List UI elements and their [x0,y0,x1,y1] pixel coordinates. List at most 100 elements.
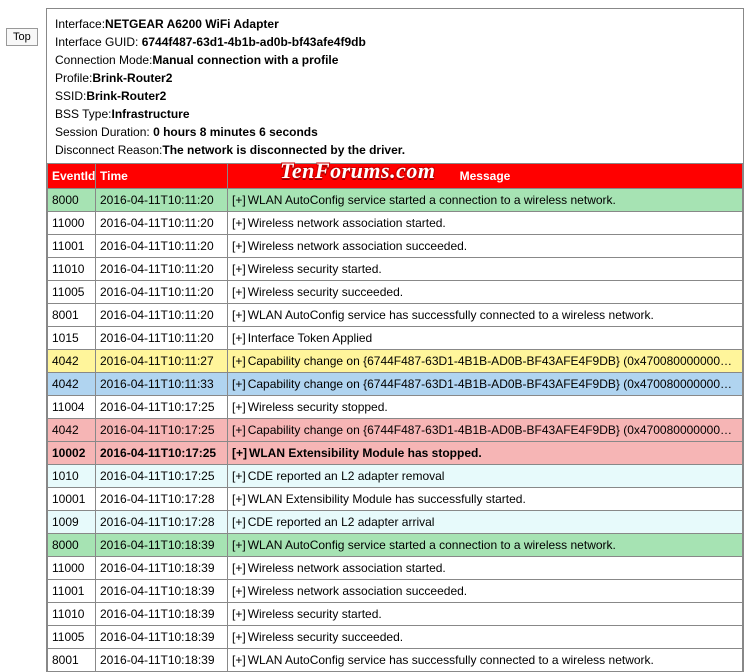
profile-value: Brink-Router2 [92,71,172,85]
expand-icon[interactable]: [+] [232,630,246,644]
expand-icon[interactable]: [+] [232,607,246,621]
expand-icon[interactable]: [+] [232,492,246,506]
event-message-text: WLAN Extensibility Module has successful… [248,492,526,506]
expand-icon[interactable]: [+] [232,308,246,322]
event-message: [+]Wireless security started. [228,258,743,281]
event-time: 2016-04-11T10:17:25 [96,419,228,442]
event-time: 2016-04-11T10:11:20 [96,304,228,327]
table-row[interactable]: 80012016-04-11T10:11:20[+]WLAN AutoConfi… [48,304,743,327]
table-row[interactable]: 110052016-04-11T10:18:39 [+]Wireless secu… [48,626,743,649]
event-id: 4042 [48,419,96,442]
event-id: 8001 [48,304,96,327]
event-message-text: Wireless security succeeded. [248,285,403,299]
table-row[interactable]: 80002016-04-11T10:18:39 [+]WLAN AutoConfi… [48,534,743,557]
event-id: 11010 [48,258,96,281]
event-message: [+]WLAN AutoConfig service has successfu… [228,304,743,327]
col-message[interactable]: Message [228,164,743,189]
col-time[interactable]: Time [96,164,228,189]
expand-icon[interactable]: [+] [232,423,246,437]
expand-icon[interactable]: [+] [232,446,247,460]
event-time: 2016-04-11T10:11:27 [96,350,228,373]
table-row[interactable]: 110012016-04-11T10:11:20[+]Wireless netw… [48,235,743,258]
table-row[interactable]: 80002016-04-11T10:11:20[+]WLAN AutoConfi… [48,189,743,212]
expand-icon[interactable]: [+] [232,561,246,575]
event-message: [+]CDE reported an L2 adapter removal [228,465,743,488]
expand-icon[interactable]: [+] [232,653,246,667]
expand-icon[interactable]: [+] [232,216,246,230]
table-row[interactable]: 40422016-04-11T10:17:25 [+]Capability cha… [48,419,743,442]
event-id: 11001 [48,580,96,603]
table-row[interactable]: 110002016-04-11T10:18:39[+]Wireless netw… [48,557,743,580]
top-button[interactable]: Top [6,28,38,46]
expand-icon[interactable]: [+] [232,377,246,391]
table-row[interactable]: 110052016-04-11T10:11:20[+]Wireless secu… [48,281,743,304]
event-message-text: WLAN Extensibility Module has stopped. [249,446,482,460]
col-eventid[interactable]: EventId [48,164,96,189]
event-message-text: WLAN AutoConfig service started a connec… [248,538,616,552]
event-message: [+]CDE reported an L2 adapter arrival [228,511,743,534]
profile-label: Profile: [55,71,92,85]
table-row[interactable]: 110002016-04-11T10:11:20[+]Wireless netw… [48,212,743,235]
event-time: 2016-04-11T10:18:39 [96,649,228,672]
events-table: EventId Time Message 80002016-04-11T10:1… [47,163,743,672]
event-message-text: Capability change on {6744F487-63D1-4B1B… [248,377,743,391]
event-time: 2016-04-11T10:11:20 [96,258,228,281]
expand-icon[interactable]: [+] [232,239,246,253]
events-header-row: EventId Time Message [48,164,743,189]
event-id: 1010 [48,465,96,488]
table-row[interactable]: 40422016-04-11T10:11:27[+]Capability cha… [48,350,743,373]
event-time: 2016-04-11T10:17:28 [96,488,228,511]
expand-icon[interactable]: [+] [232,469,246,483]
event-time: 2016-04-11T10:18:39 [96,626,228,649]
interface-value: NETGEAR A6200 WiFi Adapter [105,17,279,31]
session-duration-label: Session Duration: [55,125,153,139]
event-time: 2016-04-11T10:11:20 [96,327,228,350]
table-row[interactable]: 110102016-04-11T10:18:39[+]Wireless secu… [48,603,743,626]
expand-icon[interactable]: [+] [232,538,246,552]
event-message-text: Interface Token Applied [248,331,373,345]
table-row[interactable]: 100012016-04-11T10:17:28[+]WLAN Extensib… [48,488,743,511]
ssid-label: SSID: [55,89,86,103]
expand-icon[interactable]: [+] [232,584,246,598]
table-row[interactable]: 40422016-04-11T10:11:33[+]Capability cha… [48,373,743,396]
event-id: 8001 [48,649,96,672]
disconnect-reason-value: The network is disconnected by the drive… [162,143,405,157]
event-message: [+]Wireless network association started. [228,557,743,580]
event-message: [+]Wireless network association started. [228,212,743,235]
table-row[interactable]: 80012016-04-11T10:18:39[+]WLAN AutoConfi… [48,649,743,672]
event-message-text: CDE reported an L2 adapter arrival [248,515,435,529]
event-message-text: Wireless network association succeeded. [248,584,467,598]
table-row[interactable]: 10092016-04-11T10:17:28[+]CDE reported a… [48,511,743,534]
connection-mode-label: Connection Mode: [55,53,152,67]
event-id: 11004 [48,396,96,419]
event-time: 2016-04-11T10:11:20 [96,189,228,212]
expand-icon[interactable]: [+] [232,400,246,414]
event-id: 11005 [48,281,96,304]
event-id: 11005 [48,626,96,649]
expand-icon[interactable]: [+] [232,193,246,207]
table-row[interactable]: 110042016-04-11T10:17:25[+]Wireless secu… [48,396,743,419]
event-message-text: Wireless security started. [248,262,382,276]
table-row[interactable]: 110012016-04-11T10:18:39[+]Wireless netw… [48,580,743,603]
event-id: 11010 [48,603,96,626]
event-id: 11000 [48,212,96,235]
info-block: Interface:NETGEAR A6200 WiFi Adapter Int… [47,9,743,163]
table-row[interactable]: 10102016-04-11T10:17:25[+]CDE reported a… [48,465,743,488]
event-id: 11001 [48,235,96,258]
event-message-text: Wireless security succeeded. [248,630,403,644]
expand-icon[interactable]: [+] [232,354,246,368]
event-id: 4042 [48,350,96,373]
expand-icon[interactable]: [+] [232,331,246,345]
table-row[interactable]: 100022016-04-11T10:17:25[+]WLAN Extensib… [48,442,743,465]
event-time: 2016-04-11T10:17:25 [96,442,228,465]
expand-icon[interactable]: [+] [232,285,246,299]
event-message-text: Capability change on {6744F487-63D1-4B1B… [248,423,743,437]
expand-icon[interactable]: [+] [232,515,246,529]
expand-icon[interactable]: [+] [232,262,246,276]
table-row[interactable]: 110102016-04-11T10:11:20[+]Wireless secu… [48,258,743,281]
event-message: [+]WLAN Extensibility Module has stopped… [228,442,743,465]
event-time: 2016-04-11T10:18:39 [96,534,228,557]
event-id: 8000 [48,534,96,557]
table-row[interactable]: 10152016-04-11T10:11:20[+]Interface Toke… [48,327,743,350]
event-message-text: Wireless security stopped. [248,400,388,414]
